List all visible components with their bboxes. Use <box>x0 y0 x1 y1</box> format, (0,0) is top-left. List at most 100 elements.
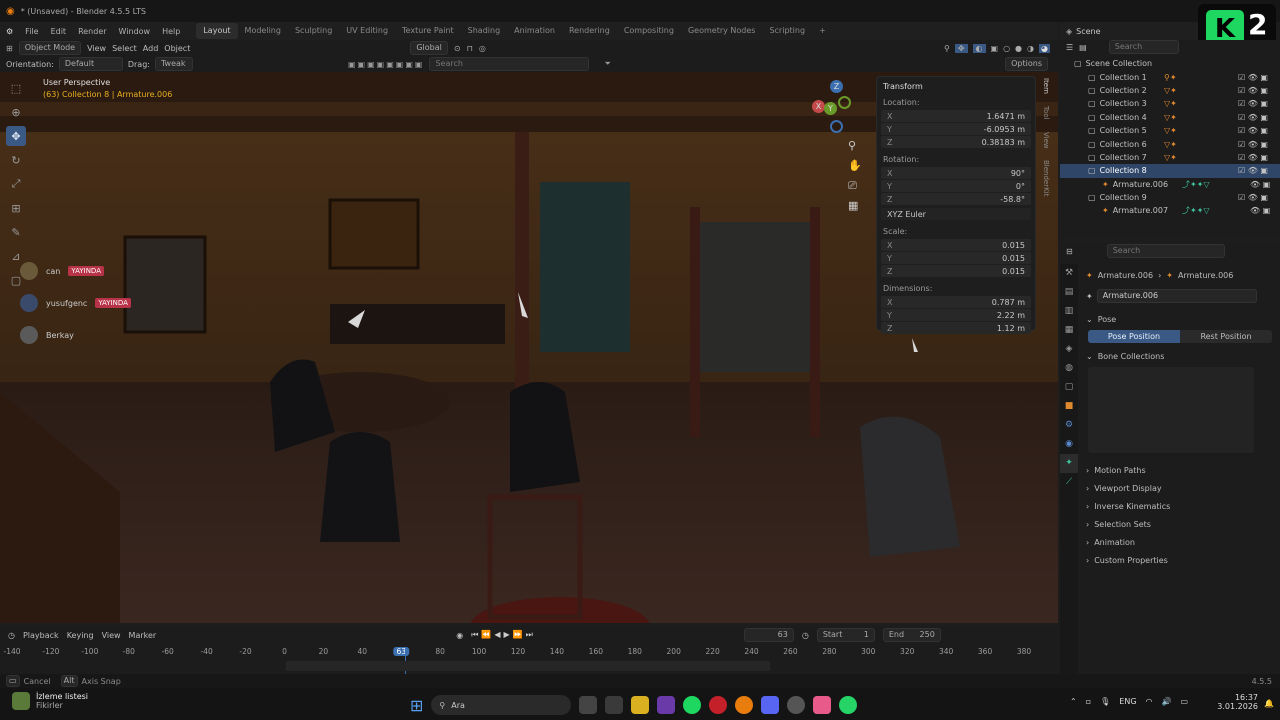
camera-icon[interactable]: ⎚ <box>848 176 862 196</box>
wifi-icon[interactable]: ◠ <box>1146 697 1153 706</box>
transform-orientation-dropdown[interactable]: Global <box>410 41 448 55</box>
zoom-icon[interactable]: ⚲ <box>848 136 862 156</box>
tab-modeling[interactable]: Modeling <box>238 23 288 39</box>
app-icon[interactable] <box>813 696 832 714</box>
menu-window[interactable]: Window <box>113 27 157 36</box>
scene-collection-row[interactable]: ▢ Scene Collection <box>1060 57 1280 70</box>
tab-texture-paint[interactable]: Texture Paint <box>395 23 461 39</box>
outliner-row[interactable]: ▢ Collection 3 ▽✦ ☑ 👁 ▣ <box>1060 97 1280 110</box>
blender-menu-icon[interactable]: ⚙ <box>0 27 19 36</box>
properties-search-input[interactable]: Search <box>1106 244 1225 258</box>
collection-tab-icon[interactable]: ▢ <box>1060 378 1078 397</box>
steam-icon[interactable] <box>787 696 806 714</box>
visibility-icons[interactable]: 👁 ▣ <box>1250 180 1270 189</box>
scale-x-field[interactable]: X 0.015 <box>881 239 1031 251</box>
location-z-field[interactable]: Z 0.38183 m <box>881 136 1031 148</box>
tab-blenderkit[interactable]: BlenderKit <box>1042 160 1050 196</box>
visibility-icon[interactable]: ⚲ <box>944 44 950 53</box>
data-name-field[interactable]: Armature.006 <box>1096 289 1257 303</box>
menu-edit[interactable]: Edit <box>45 27 73 36</box>
rotate-tool-icon[interactable]: ↻ <box>6 150 26 170</box>
drag-dropdown[interactable]: Tweak <box>154 57 193 71</box>
output-tab-icon[interactable]: ▥ <box>1060 302 1078 321</box>
visibility-icons[interactable]: ☑ 👁 ▣ <box>1238 193 1268 202</box>
material-shading-icon[interactable]: ◑ <box>1027 44 1034 53</box>
display-mode-icon[interactable]: ▤ <box>1079 43 1087 52</box>
outliner-row[interactable]: ▢ Collection 5 ▽✦ ☑ 👁 ▣ <box>1060 124 1280 137</box>
visibility-icons[interactable]: ☑ 👁 ▣ <box>1238 166 1268 175</box>
menu-file[interactable]: File <box>19 27 44 36</box>
outliner-row[interactable]: ▢ Collection 7 ▽✦ ☑ 👁 ▣ <box>1060 151 1280 164</box>
tab-view[interactable]: View <box>1042 132 1050 149</box>
taskbar-search[interactable]: ⚲ Ara <box>431 695 572 715</box>
app-icon[interactable] <box>605 696 624 714</box>
scene-selector[interactable]: ◈ Scene <box>1060 22 1198 40</box>
visibility-icons[interactable]: ☑ 👁 ▣ <box>1238 113 1268 122</box>
snap-icon[interactable]: ⊓ <box>467 44 473 53</box>
tab-geometry-nodes[interactable]: Geometry Nodes <box>681 23 762 39</box>
notification-icon[interactable]: 🔔 <box>1264 699 1274 708</box>
outliner-row[interactable]: ▢ Collection 1 ⚲✦ ☑ 👁 ▣ <box>1060 70 1280 83</box>
outliner-row[interactable]: ✦ Armature.007 ⤴✦✦▽ 👁 ▣ <box>1060 204 1280 217</box>
app-tray-icon[interactable]: ▫ <box>1086 697 1091 706</box>
section-animation[interactable]: › Animation <box>1078 533 1280 551</box>
view-layer-tab-icon[interactable]: ▦ <box>1060 321 1078 340</box>
whatsapp-icon[interactable] <box>839 696 858 714</box>
xray-icon[interactable]: ▣ <box>991 44 999 53</box>
gizmo-x-axis[interactable]: X <box>812 100 825 113</box>
location-y-field[interactable]: Y -6.0953 m <box>881 123 1031 135</box>
gizmo-z-axis[interactable]: Z <box>830 80 843 93</box>
scene-tab-icon[interactable]: ◈ <box>1060 340 1078 359</box>
pose-section-header[interactable]: ⌄ Pose <box>1078 310 1280 328</box>
scale-z-field[interactable]: Z 0.015 <box>881 265 1031 277</box>
physics-tab-icon[interactable]: ◉ <box>1060 435 1078 454</box>
tab-layout[interactable]: Layout <box>196 23 238 39</box>
visual-studio-icon[interactable] <box>657 696 676 714</box>
dimensions-x-field[interactable]: X 0.787 m <box>881 296 1031 308</box>
visibility-icons[interactable]: ☑ 👁 ▣ <box>1238 126 1268 135</box>
orientation-dropdown[interactable]: Default <box>58 57 123 71</box>
modifier-tab-icon[interactable]: ⚙ <box>1060 416 1078 435</box>
tab-animation[interactable]: Animation <box>507 23 562 39</box>
visibility-icons[interactable]: ☑ 👁 ▣ <box>1238 153 1268 162</box>
bone-collections-list[interactable] <box>1088 367 1254 453</box>
object-data-tab-icon[interactable]: ✦ <box>1060 454 1078 473</box>
microphone-icon[interactable]: 🎙 <box>1100 697 1110 706</box>
editor-type-icon[interactable]: ⊞ <box>6 44 13 53</box>
rest-position-button[interactable]: Rest Position <box>1180 330 1272 343</box>
viewport-filter-icons[interactable]: ▣▣▣▣▣▣▣▣ <box>348 60 424 69</box>
grid-icon[interactable]: ▦ <box>848 196 862 216</box>
section-custom-properties[interactable]: › Custom Properties <box>1078 551 1280 569</box>
section-selection-sets[interactable]: › Selection Sets <box>1078 515 1280 533</box>
pivot-icon[interactable]: ⊙ <box>454 44 461 53</box>
add-workspace-icon[interactable]: + <box>812 23 833 39</box>
rotation-mode-dropdown[interactable]: XYZ Euler <box>881 208 1031 220</box>
menu-help[interactable]: Help <box>156 27 186 36</box>
overlay-toggle-icon[interactable]: ◐ <box>972 43 986 53</box>
outliner-row[interactable]: ✦ Armature.006 ⤴✦✦▽ 👁 ▣ <box>1060 178 1280 191</box>
visibility-icons[interactable]: 👁 ▣ <box>1250 206 1270 215</box>
gizmo-neg-z[interactable] <box>830 120 843 133</box>
outliner-search-input[interactable]: Search <box>1108 40 1179 54</box>
scale-y-field[interactable]: Y 0.015 <box>881 252 1031 264</box>
dimensions-z-field[interactable]: Z 1.12 m <box>881 322 1031 334</box>
dimensions-y-field[interactable]: Y 2.22 m <box>881 309 1031 321</box>
rotation-z-field[interactable]: Z -58.8° <box>881 193 1031 205</box>
tab-shading[interactable]: Shading <box>461 23 508 39</box>
file-explorer-icon[interactable] <box>631 696 650 714</box>
visibility-icons[interactable]: ☑ 👁 ▣ <box>1238 86 1268 95</box>
pose-position-button[interactable]: Pose Position <box>1088 330 1180 343</box>
spotify-icon[interactable] <box>683 696 702 714</box>
wireframe-shading-icon[interactable]: ○ <box>1003 44 1010 53</box>
cursor-tool-icon[interactable]: ⊕ <box>6 102 26 122</box>
battery-icon[interactable]: ▭ <box>1180 697 1188 706</box>
move-tool-icon[interactable]: ✥ <box>6 126 26 146</box>
object-tab-icon[interactable]: ■ <box>1060 397 1078 416</box>
menu-select[interactable]: Select <box>112 44 137 53</box>
rendered-shading-icon[interactable]: ◕ <box>1039 43 1050 53</box>
visibility-icons[interactable]: ☑ 👁 ▣ <box>1238 99 1268 108</box>
menu-render[interactable]: Render <box>72 27 112 36</box>
menu-add[interactable]: Add <box>143 44 159 53</box>
gizmo-neg-y[interactable] <box>838 96 851 109</box>
tab-item[interactable]: Item <box>1042 78 1050 94</box>
